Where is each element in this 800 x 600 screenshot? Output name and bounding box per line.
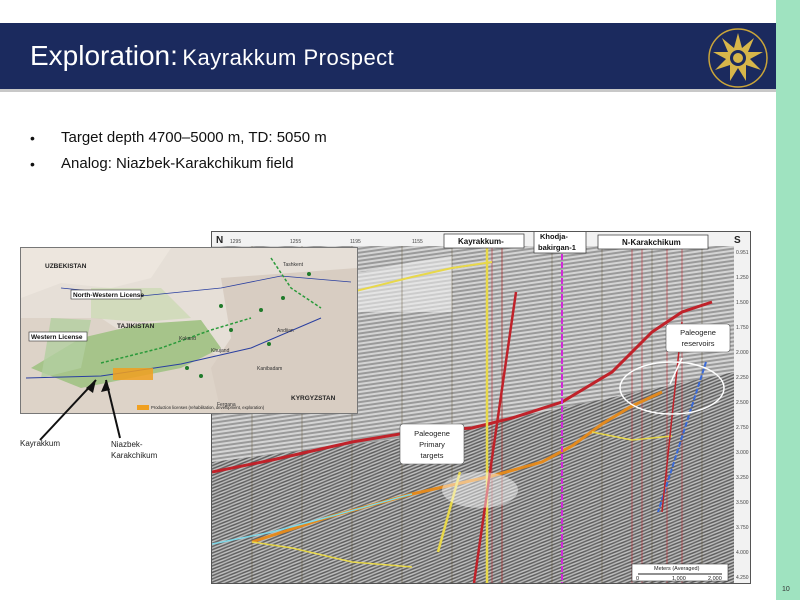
callout-arrows [39,379,121,441]
callout-niazbek: Niazbek- Karakchikum [111,440,158,460]
callout-kayrakkum: Kayrakkum [20,439,61,448]
